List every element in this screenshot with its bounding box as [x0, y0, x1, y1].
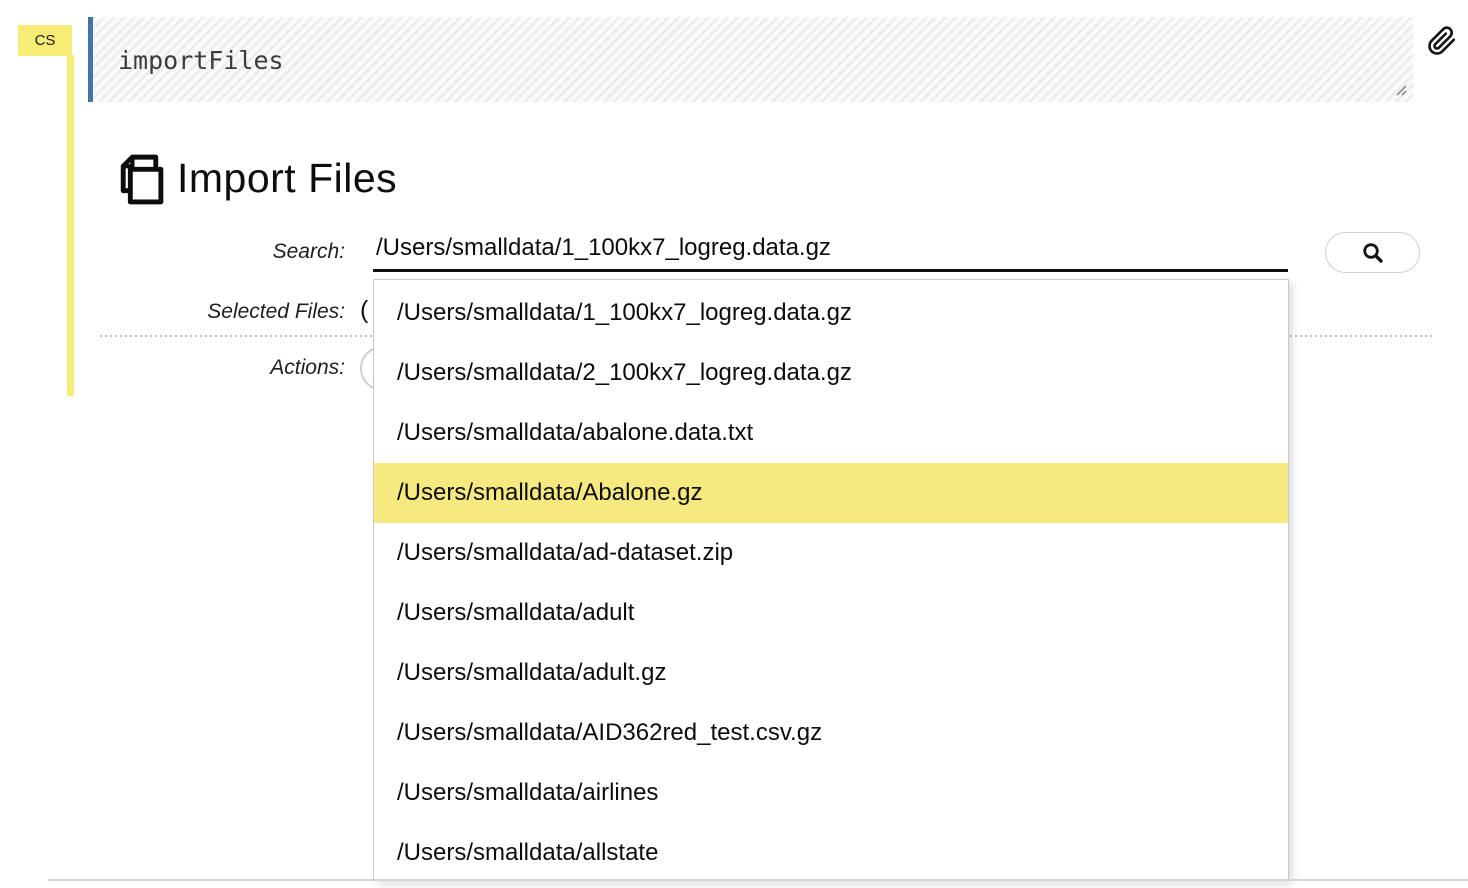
file-suggestion-item[interactable]: /Users/smalldata/airlines	[374, 763, 1288, 823]
cell-type-badge[interactable]: CS	[18, 25, 72, 56]
search-label: Search:	[0, 240, 345, 264]
file-suggestion-item[interactable]: /Users/smalldata/AID362red_test.csv.gz	[374, 703, 1288, 763]
paperclip-icon[interactable]	[1427, 25, 1457, 57]
code-cell[interactable]: importFiles	[88, 17, 1413, 102]
page-title-row: Import Files	[111, 150, 397, 207]
selected-files-label: Selected Files:	[0, 300, 345, 324]
file-suggestion-item[interactable]: /Users/smalldata/2_100kx7_logreg.data.gz	[374, 343, 1288, 403]
file-suggestion-item[interactable]: /Users/smalldata/adult.gz	[374, 643, 1288, 703]
selected-files-open-paren: (	[360, 296, 368, 325]
file-suggestion-item[interactable]: /Users/smalldata/1_100kx7_logreg.data.gz	[374, 283, 1288, 343]
file-suggestion-item[interactable]: /Users/smalldata/Abalone.gz	[374, 463, 1288, 523]
file-suggestions-dropdown: /Users/smalldata/1_100kx7_logreg.data.gz…	[373, 279, 1289, 881]
search-input[interactable]	[373, 231, 1288, 272]
file-suggestion-item[interactable]: /Users/smalldata/allstate	[374, 823, 1288, 881]
active-cell-indicator	[67, 55, 74, 396]
flow-notebook-page: CS importFiles Import Files Search: Sele…	[0, 0, 1468, 888]
actions-label: Actions:	[0, 356, 345, 380]
file-suggestion-item[interactable]: /Users/smalldata/ad-dataset.zip	[374, 523, 1288, 583]
search-icon	[1361, 241, 1385, 265]
file-suggestion-item[interactable]: /Users/smalldata/abalone.data.txt	[374, 403, 1288, 463]
page-title: Import Files	[177, 155, 397, 202]
code-input[interactable]: importFiles	[118, 46, 284, 75]
resize-handle-icon[interactable]	[1393, 82, 1409, 98]
files-icon	[111, 150, 168, 207]
file-suggestion-item[interactable]: /Users/smalldata/adult	[374, 583, 1288, 643]
file-suggestions-list: /Users/smalldata/1_100kx7_logreg.data.gz…	[374, 280, 1288, 881]
page-bottom-border	[48, 879, 1468, 881]
search-button[interactable]	[1325, 232, 1420, 273]
